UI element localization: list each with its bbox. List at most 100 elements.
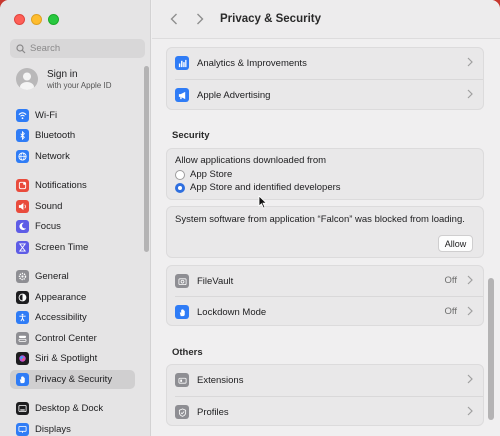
downloads-group: Allow applications downloaded from App S…: [166, 148, 484, 200]
sidebar-item-label: Notifications: [35, 180, 87, 191]
forward-button[interactable]: [190, 9, 210, 29]
moon-icon: [16, 220, 29, 233]
chevron-right-icon: [467, 275, 473, 285]
search-icon: [16, 43, 26, 53]
row-label: Profiles: [197, 406, 229, 418]
row-label: Extensions: [197, 374, 244, 386]
radio-button[interactable]: [175, 169, 185, 180]
sidebar-item-notifications[interactable]: Notifications: [10, 176, 135, 195]
lockdown-status: Off: [444, 306, 458, 317]
sidebar-item-privacy-security[interactable]: Privacy & Security: [10, 370, 135, 389]
privacy-group: Analytics & Improvements Apple Advertisi…: [166, 47, 484, 110]
globe-icon: [16, 150, 29, 163]
bluetooth-icon: [16, 129, 29, 142]
minimize-button[interactable]: [31, 14, 42, 25]
settings-window: Search Sign in with your Apple ID Wi-Fi: [0, 0, 500, 436]
hourglass-icon: [16, 241, 29, 254]
row-label: Apple Advertising: [197, 89, 271, 101]
sidebar-item-focus[interactable]: Focus: [10, 217, 135, 236]
sidebar-item-label: Control Center: [35, 333, 97, 344]
sidebar-item-label: Siri & Spotlight: [35, 353, 98, 364]
sidebar-item-displays[interactable]: Displays: [10, 420, 135, 436]
chevron-right-icon: [467, 89, 473, 99]
sidebar-item-wifi[interactable]: Wi-Fi: [10, 106, 135, 125]
sidebar-item-label: Sound: [35, 201, 63, 212]
hand-icon: [175, 305, 189, 319]
gear-icon: [16, 270, 29, 283]
sidebar-item-label: Appearance: [35, 292, 87, 303]
sidebar-item-label: Network: [35, 151, 70, 162]
extensions-row[interactable]: Extensions: [167, 365, 483, 395]
main-pane: Privacy & Security Analytics & Improveme…: [152, 0, 500, 436]
sidebar-item-general[interactable]: General: [10, 267, 135, 286]
lockdown-mode-row[interactable]: Lockdown Mode Off: [167, 297, 483, 325]
sidebar-item-desktop-dock[interactable]: Desktop & Dock: [10, 399, 135, 418]
chevron-right-icon: [467, 406, 473, 416]
main-scrollbar[interactable]: [488, 278, 494, 420]
chevron-left-icon: [170, 13, 177, 25]
sidebar-item-label: General: [35, 271, 69, 282]
chevron-right-icon: [197, 13, 204, 25]
chart-icon: [175, 56, 189, 70]
sidebar-item-label: Bluetooth: [35, 130, 76, 141]
person-icon: [20, 72, 34, 90]
search-field[interactable]: Search: [10, 39, 145, 58]
others-group: Extensions Profiles: [166, 364, 484, 426]
sidebar-item-label: Desktop & Dock: [35, 403, 104, 414]
others-section-title: Others: [172, 347, 203, 358]
sidebar-item-label: Wi-Fi: [35, 110, 58, 121]
profiles-row[interactable]: Profiles: [167, 397, 483, 425]
vault-icon: [175, 274, 189, 288]
signin-title: Sign in: [47, 68, 78, 80]
sidebar-item-label: Focus: [35, 221, 61, 232]
sidebar-item-appearance[interactable]: Appearance: [10, 288, 135, 307]
apple-advertising-row[interactable]: Apple Advertising: [167, 80, 483, 109]
hand-icon: [16, 373, 29, 386]
radio-label: App Store: [190, 169, 233, 180]
radio-button-selected[interactable]: [175, 182, 185, 193]
mouse-cursor-icon: [258, 195, 268, 209]
sidebar-item-control-center[interactable]: Control Center: [10, 329, 135, 348]
filevault-status: Off: [444, 275, 458, 286]
row-label: Analytics & Improvements: [197, 57, 307, 69]
profiles-icon: [175, 405, 189, 419]
chevron-right-icon: [467, 306, 473, 316]
row-label: Lockdown Mode: [197, 306, 267, 318]
sidebar-item-screen-time[interactable]: Screen Time: [10, 238, 135, 257]
window-controls: [14, 14, 59, 25]
security-section-title: Security: [172, 130, 210, 141]
page-title: Privacy & Security: [220, 13, 322, 25]
signin-subtitle: with your Apple ID: [47, 80, 112, 90]
downloads-label: Allow applications downloaded from: [175, 155, 327, 166]
chevron-right-icon: [467, 374, 473, 384]
blocked-message: System software from application “Falcon…: [175, 214, 465, 225]
accessibility-icon: [16, 311, 29, 324]
apple-id-signin[interactable]: Sign in with your Apple ID: [16, 68, 111, 90]
analytics-row[interactable]: Analytics & Improvements: [167, 48, 483, 78]
siri-icon: [16, 352, 29, 365]
blocked-software-group: System software from application “Falcon…: [166, 206, 484, 258]
back-button[interactable]: [164, 9, 184, 29]
sidebar-item-accessibility[interactable]: Accessibility: [10, 308, 135, 327]
zoom-button[interactable]: [48, 14, 59, 25]
close-button[interactable]: [14, 14, 25, 25]
sidebar-scrollbar[interactable]: [144, 66, 149, 252]
sidebar-item-siri-spotlight[interactable]: Siri & Spotlight: [10, 349, 135, 368]
radio-app-store-identified[interactable]: App Store and identified developers: [175, 182, 341, 193]
display-icon: [16, 423, 29, 436]
chevron-right-icon: [467, 57, 473, 67]
sidebar-item-label: Privacy & Security: [35, 374, 113, 385]
avatar: [16, 68, 38, 90]
sidebar-item-bluetooth[interactable]: Bluetooth: [10, 126, 135, 145]
dock-icon: [16, 402, 29, 415]
filevault-row[interactable]: FileVault Off: [167, 266, 483, 296]
sidebar-item-network[interactable]: Network: [10, 147, 135, 166]
sidebar-item-sound[interactable]: Sound: [10, 197, 135, 216]
allow-button[interactable]: Allow: [438, 235, 473, 252]
control-center-icon: [16, 332, 29, 345]
security-rows-group: FileVault Off Lockdown Mode Off: [166, 265, 484, 326]
sidebar-item-label: Displays: [35, 424, 71, 435]
radio-app-store[interactable]: App Store: [175, 169, 232, 180]
megaphone-icon: [175, 88, 189, 102]
sidebar-item-label: Accessibility: [35, 312, 87, 323]
